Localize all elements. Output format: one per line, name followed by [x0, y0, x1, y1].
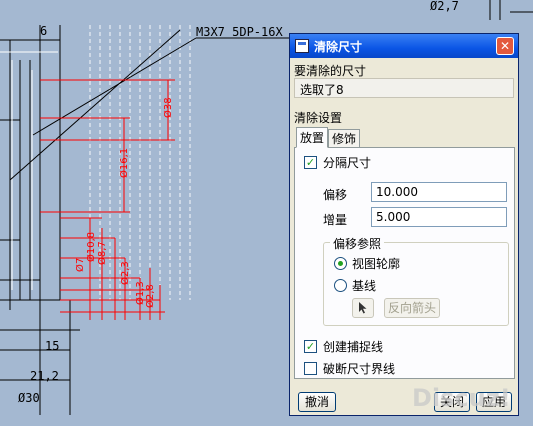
- cursor-arrow-icon[interactable]: [352, 298, 374, 318]
- reverse-arrow-button[interactable]: 反向箭头: [384, 298, 440, 318]
- separate-dims-checkbox[interactable]: ✓: [304, 156, 317, 169]
- dim-label: Ø16,1: [118, 148, 130, 178]
- baseline-label: 基线: [352, 279, 377, 293]
- app-icon: [295, 39, 309, 53]
- watermark: Discuz!: [412, 384, 511, 412]
- dim-label: Ø7: [74, 258, 86, 272]
- undo-button[interactable]: 撤消: [298, 392, 336, 412]
- dim-label: Ø8,7: [96, 241, 108, 265]
- separate-dims-label: 分隔尺寸: [323, 156, 372, 170]
- break-ext-label: 破断尺寸界线: [323, 362, 396, 376]
- dim-30: Ø30: [18, 391, 40, 405]
- offset-label: 偏移: [323, 188, 348, 202]
- callout-text: M3X7 5DP-16X: [196, 25, 283, 39]
- dim-top-right: Ø2,7: [430, 0, 459, 13]
- dialog-title: 清除尺寸: [314, 40, 363, 54]
- create-snap-checkbox[interactable]: ✓: [304, 340, 317, 353]
- dim-label: Ø2,3: [119, 261, 131, 285]
- top-right-lines: [489, 0, 533, 20]
- dim-label: Ø2,8: [144, 284, 156, 308]
- dim-15: 15: [45, 339, 59, 353]
- dim-6: 6: [40, 24, 47, 38]
- close-icon[interactable]: ✕: [496, 37, 514, 55]
- tab-placement[interactable]: 放置: [296, 127, 328, 148]
- selected-dims-field[interactable]: 选取了8: [294, 78, 514, 98]
- clear-dimensions-dialog: 清除尺寸 ✕ 要清除的尺寸 选取了8 清除设置 放置 修饰 ✓ 分隔尺寸 偏移 …: [289, 33, 519, 416]
- baseline-radio[interactable]: [334, 279, 347, 292]
- break-ext-checkbox[interactable]: [304, 362, 317, 375]
- offset-input[interactable]: 10.000: [371, 182, 507, 202]
- view-outline-label: 视图轮廓: [352, 257, 401, 271]
- offset-ref-group: 偏移参照 视图轮廓 基线 反向箭头: [323, 235, 509, 326]
- dim-label: Ø38: [162, 97, 174, 118]
- create-snap-label: 创建捕捉线: [323, 340, 384, 354]
- dim-label: Ø10,8: [85, 232, 97, 262]
- offset-ref-label: 偏移参照: [330, 235, 385, 252]
- increment-label: 增量: [323, 213, 348, 227]
- placement-panel: ✓ 分隔尺寸 偏移 10.000 增量 5.000 偏移参照 视图轮廓 基线 反…: [294, 147, 515, 379]
- dialog-titlebar[interactable]: 清除尺寸 ✕: [290, 34, 518, 58]
- tab-cosmetic[interactable]: 修饰: [328, 129, 360, 147]
- increment-input[interactable]: 5.000: [371, 207, 507, 227]
- to-clear-label: 要清除的尺寸: [294, 64, 367, 78]
- settings-label: 清除设置: [294, 111, 343, 125]
- dim-21-2: 21,2: [30, 369, 59, 383]
- view-outline-radio[interactable]: [334, 257, 347, 270]
- part-highlight: [0, 51, 58, 290]
